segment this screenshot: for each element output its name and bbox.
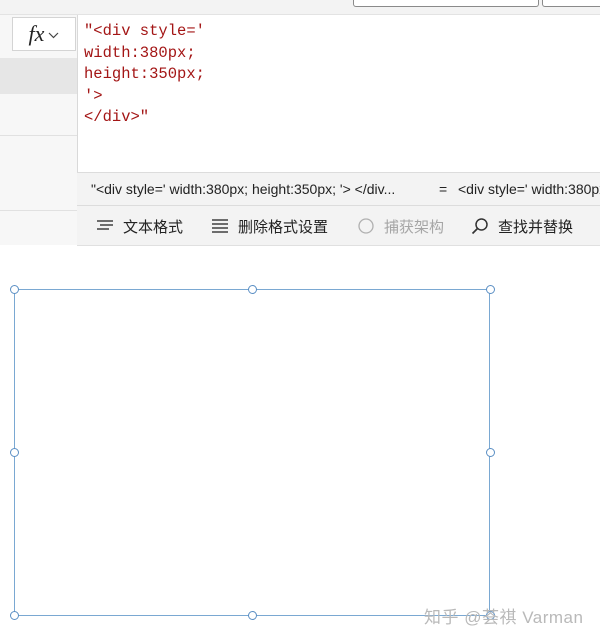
resize-handle-top-right[interactable] <box>486 285 495 294</box>
formula-result-bar: "<div style=' width:380px; height:350px;… <box>77 172 600 206</box>
format-text-label: 文本格式 <box>123 218 184 236</box>
formula-code[interactable]: "<div style=' width:380px; height:350px;… <box>84 21 205 129</box>
resize-handle-right[interactable] <box>486 448 495 457</box>
formula-toolbar: 文本格式 删除格式设置 捕获架构 查找并替换 <box>77 206 600 246</box>
format-text-button[interactable]: 文本格式 <box>95 206 183 246</box>
remove-formatting-button[interactable]: 删除格式设置 <box>210 206 328 246</box>
find-replace-label: 查找并替换 <box>498 218 574 236</box>
resize-handle-bottom-left[interactable] <box>10 611 19 620</box>
top-strip <box>0 0 600 15</box>
left-panel-divider <box>0 135 77 136</box>
resize-handle-top[interactable] <box>248 285 257 294</box>
search-icon <box>470 216 490 236</box>
find-replace-button[interactable]: 查找并替换 <box>470 206 573 246</box>
chevron-down-icon <box>48 30 59 42</box>
equals-sign: = <box>439 181 448 197</box>
code-line: height:350px; <box>84 65 205 83</box>
resize-handle-bottom[interactable] <box>248 611 257 620</box>
fx-icon: fx <box>28 21 45 46</box>
formula-result: <div style=' width:380px; height:350px; … <box>458 181 600 197</box>
resize-handle-top-left[interactable] <box>10 285 19 294</box>
code-line: "<div style=' <box>84 22 205 40</box>
top-button-partial[interactable] <box>353 0 539 7</box>
format-text-icon <box>95 216 115 236</box>
formula-editor[interactable]: "<div style=' width:380px; height:350px;… <box>77 15 600 172</box>
fx-dropdown-button[interactable]: fx <box>12 17 76 51</box>
top-button-partial-2[interactable] <box>542 0 600 7</box>
code-line: </div>" <box>84 108 150 126</box>
formula-preview: "<div style=' width:380px; height:350px;… <box>91 181 396 197</box>
watermark: 知乎 @荟祺 Varman <box>424 608 584 627</box>
code-line: '> <box>84 86 103 105</box>
radio-circle-icon <box>356 216 376 236</box>
selected-html-control[interactable] <box>14 289 490 616</box>
left-panel-selected-band <box>0 58 77 94</box>
resize-handle-left[interactable] <box>10 448 19 457</box>
capture-schema-label: 捕获架构 <box>384 218 445 236</box>
remove-formatting-icon <box>210 216 230 236</box>
capture-schema-button[interactable]: 捕获架构 <box>356 206 444 246</box>
left-panel-divider <box>0 210 77 211</box>
code-line: width:380px; <box>84 43 196 62</box>
remove-formatting-label: 删除格式设置 <box>238 218 329 236</box>
